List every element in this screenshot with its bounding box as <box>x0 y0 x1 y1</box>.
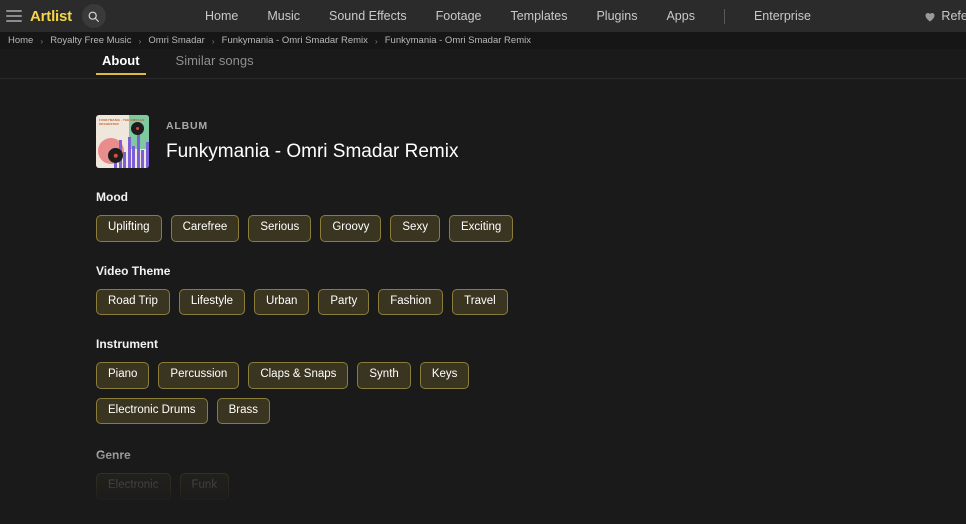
tag-row-mood: Uplifting Carefree Serious Groovy Sexy E… <box>96 215 966 242</box>
section-title-video-theme: Video Theme <box>96 263 171 278</box>
album-title: Funkymania - Omri Smadar Remix <box>166 141 459 162</box>
tag-row-genre: Electronic Funk <box>96 473 966 500</box>
nav-item-sound-effects[interactable]: Sound Effects <box>329 9 407 23</box>
tag-funk[interactable]: Funk <box>179 473 230 500</box>
tag-keys[interactable]: Keys <box>419 362 470 389</box>
section-title-instrument: Instrument <box>96 337 159 351</box>
tag-urban[interactable]: Urban <box>254 288 310 315</box>
breadcrumb-item-omri-smadar[interactable]: Omri Smadar <box>148 35 204 46</box>
refer-label: Refer <box>941 9 966 23</box>
nav-item-home[interactable]: Home <box>205 9 238 23</box>
tag-exciting[interactable]: Exciting <box>448 215 514 242</box>
artwork-vinyl-top <box>131 122 144 135</box>
artlist-logo[interactable]: Artlist <box>30 8 72 25</box>
tag-electronic-drums[interactable]: Electronic Drums <box>96 397 208 424</box>
nav-item-music[interactable]: Music <box>267 9 300 23</box>
tab-similar-songs[interactable]: Similar songs <box>170 49 260 75</box>
search-icon[interactable] <box>81 4 106 28</box>
nav-item-enterprise[interactable]: Enterprise <box>754 9 811 23</box>
section-title-mood: Mood <box>96 190 128 204</box>
main-navigation: Home Music Sound Effects Footage Templat… <box>205 8 811 24</box>
top-navigation-bar: Artlist Home Music Sound Effects Footage… <box>0 0 966 32</box>
about-panel: FUNKYMANIA - THE OMRAAN ORCHESTER ALBUM … <box>0 115 966 500</box>
hamburger-icon[interactable] <box>6 10 22 22</box>
tag-claps-and-snaps[interactable]: Claps & Snaps <box>248 362 349 389</box>
breadcrumb-item-album[interactable]: Funkymania - Omri Smadar Remix <box>222 35 368 46</box>
tab-bar: About Similar songs <box>0 49 966 79</box>
breadcrumb-item-home[interactable]: Home <box>8 35 33 46</box>
refer-button[interactable]: Refer <box>924 9 966 23</box>
section-video-theme: Video Theme Road Trip Lifestyle Urban Pa… <box>96 263 966 315</box>
tag-row-instrument: Piano Percussion Claps & Snaps Synth Key… <box>96 362 516 424</box>
tag-uplifting[interactable]: Uplifting <box>96 215 162 242</box>
tag-synth[interactable]: Synth <box>357 362 411 389</box>
section-mood: Mood Uplifting Carefree Serious Groovy S… <box>96 190 966 242</box>
chevron-right-icon: › <box>138 35 142 46</box>
tag-sexy[interactable]: Sexy <box>390 215 440 242</box>
tag-piano[interactable]: Piano <box>96 362 150 389</box>
tag-percussion[interactable]: Percussion <box>158 362 240 389</box>
section-genre: Genre Electronic Funk <box>96 448 966 500</box>
artwork-vinyl-bottom <box>108 148 123 163</box>
album-text: ALBUM Funkymania - Omri Smadar Remix <box>166 120 458 163</box>
section-instrument: Instrument Piano Percussion Claps & Snap… <box>96 337 966 424</box>
nav-divider <box>723 8 725 24</box>
tag-travel[interactable]: Travel <box>452 288 508 315</box>
tag-lifestyle[interactable]: Lifestyle <box>178 288 246 315</box>
breadcrumb-item-current: Funkymania - Omri Smadar Remix <box>384 35 531 46</box>
chevron-right-icon: › <box>211 35 215 46</box>
nav-item-apps[interactable]: Apps <box>666 9 695 23</box>
breadcrumb: Home › Royalty Free Music › Omri Smadar … <box>0 32 966 49</box>
tag-carefree[interactable]: Carefree <box>170 215 240 242</box>
album-artwork[interactable]: FUNKYMANIA - THE OMRAAN ORCHESTER <box>96 115 149 168</box>
album-kicker: ALBUM <box>166 120 208 132</box>
album-header: FUNKYMANIA - THE OMRAAN ORCHESTER ALBUM … <box>96 115 966 168</box>
tag-row-video-theme: Road Trip Lifestyle Urban Party Fashion … <box>96 288 966 315</box>
nav-item-plugins[interactable]: Plugins <box>596 9 637 23</box>
tag-road-trip[interactable]: Road Trip <box>96 288 170 315</box>
nav-item-templates[interactable]: Templates <box>510 9 567 23</box>
tag-brass[interactable]: Brass <box>216 397 270 424</box>
tag-groovy[interactable]: Groovy <box>320 215 382 242</box>
chevron-right-icon: › <box>40 35 44 46</box>
tag-serious[interactable]: Serious <box>248 215 312 242</box>
tag-fashion[interactable]: Fashion <box>378 288 444 315</box>
nav-item-footage[interactable]: Footage <box>436 9 482 23</box>
heart-icon <box>925 12 935 21</box>
tag-electronic[interactable]: Electronic <box>96 473 171 500</box>
section-title-genre: Genre <box>96 448 131 462</box>
chevron-right-icon: › <box>374 35 378 46</box>
breadcrumb-item-royalty-free-music[interactable]: Royalty Free Music <box>50 35 131 46</box>
tag-party[interactable]: Party <box>318 288 370 315</box>
tab-about[interactable]: About <box>96 49 146 75</box>
